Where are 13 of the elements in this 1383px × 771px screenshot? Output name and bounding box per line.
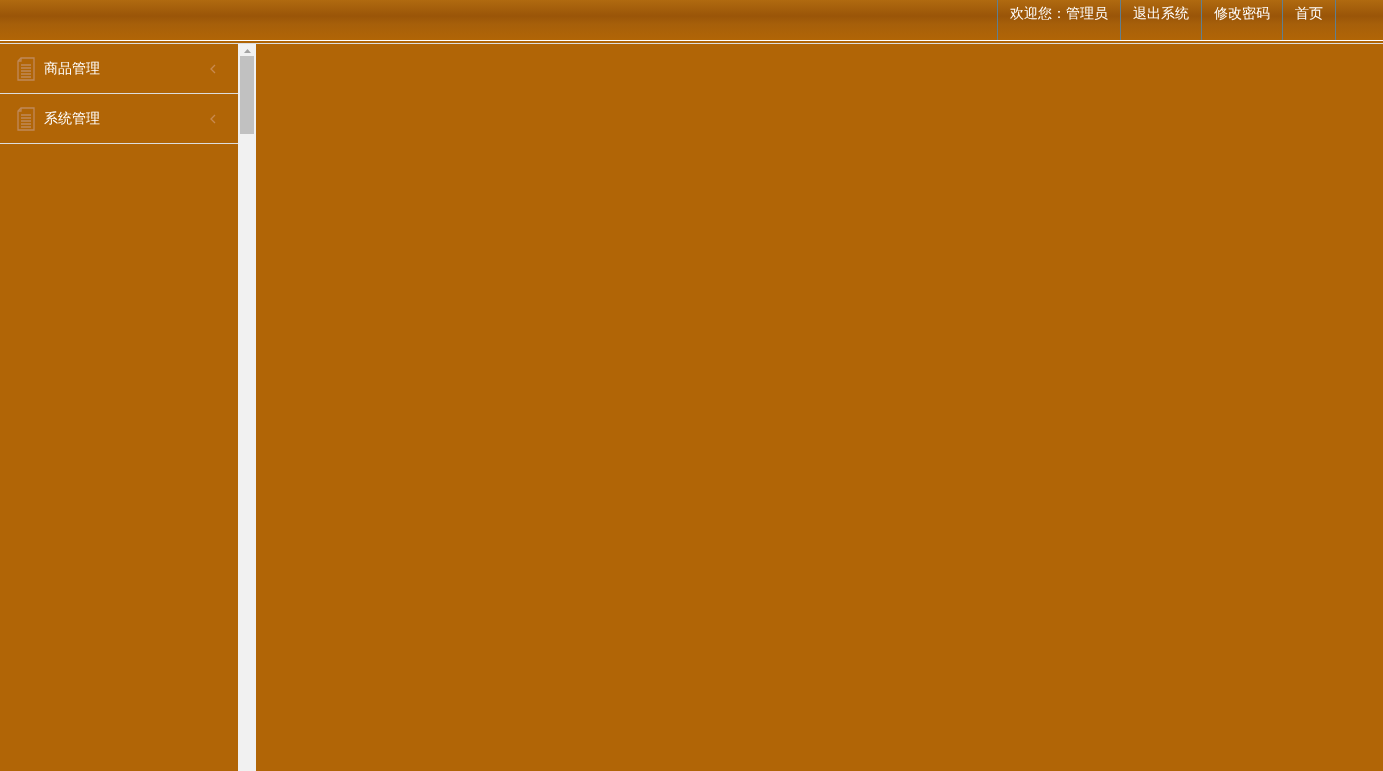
header-link[interactable]: 修改密码 (1201, 0, 1282, 40)
scrollbar-thumb[interactable] (240, 56, 254, 134)
chevron-icon (210, 63, 216, 74)
sidebar-item[interactable]: 商品管理 (0, 44, 238, 94)
sidebar-item[interactable]: 系统管理 (0, 94, 238, 144)
document-icon (17, 106, 35, 131)
scroll-up-icon[interactable] (243, 49, 251, 53)
document-icon (17, 56, 35, 81)
welcome-text: 欢迎您：管理员 (997, 0, 1120, 40)
scrollbar[interactable] (238, 44, 256, 771)
header-link[interactable]: 退出系统 (1120, 0, 1201, 40)
chevron-icon (210, 113, 216, 124)
header-link[interactable]: 首页 (1282, 0, 1336, 40)
